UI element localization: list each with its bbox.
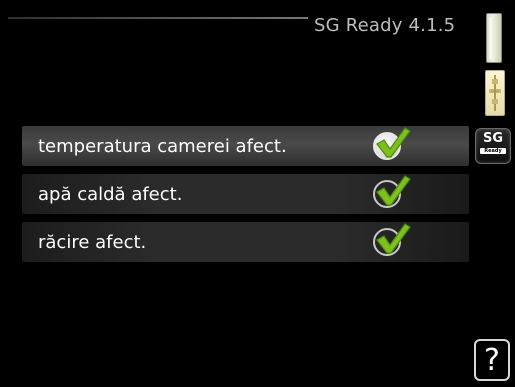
sg-ready-icon: SG Ready — [475, 128, 511, 164]
menu-item-room-temperature[interactable]: temperatura camerei afect. — [22, 126, 469, 166]
menu-item-hot-water[interactable]: apă caldă afect. — [22, 174, 469, 214]
scroll-position-icon — [486, 13, 502, 63]
menu-item-label: apă caldă afect. — [38, 184, 183, 205]
menu-tree-icon — [485, 70, 505, 116]
page-title: SG Ready 4.1.5 — [314, 15, 456, 36]
checkmark-icon — [376, 223, 411, 254]
help-button[interactable]: ? — [474, 339, 510, 381]
checkmark-icon — [376, 175, 411, 206]
menu-item-label: temperatura camerei afect. — [38, 136, 287, 157]
menu-item-cooling[interactable]: răcire afect. — [22, 222, 469, 262]
checkmark-icon — [376, 127, 411, 158]
sg-icon-sub-label: Ready — [480, 148, 506, 154]
menu-item-label: răcire afect. — [38, 232, 147, 253]
sg-icon-label: SG — [482, 131, 504, 146]
header-divider — [8, 17, 308, 19]
